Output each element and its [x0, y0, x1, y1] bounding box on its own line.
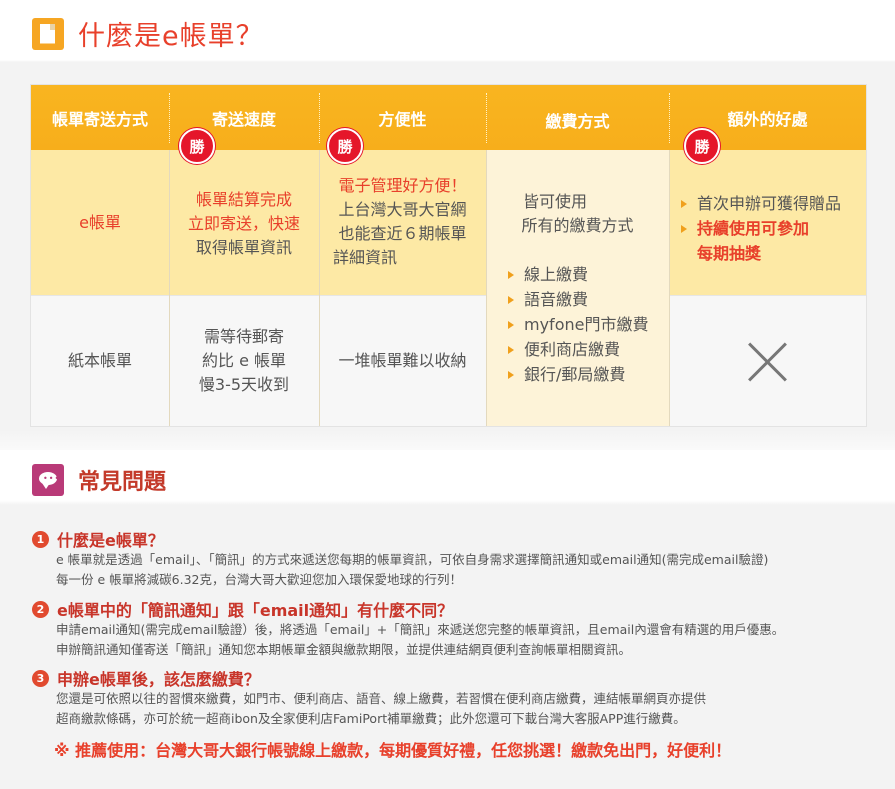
- faq-answer-line: 申請email通知(需完成email驗證）後，將透過「email」+「簡訊」來遞…: [56, 622, 785, 637]
- ebill-speed-line: 取得帳單資訊: [195, 238, 292, 257]
- faq-question-text: 申辦e帳單後，該怎麼繳費？: [57, 670, 260, 689]
- extras-item-label: 持續使用可參加: [697, 219, 810, 238]
- bullet-arrow-icon: [681, 200, 687, 208]
- page-title: 什麼是e帳單？: [78, 21, 264, 52]
- payment-methods-list: 線上繳費 語音繳費 myfone門市繳費 便利商店繳費 銀行/郵局繳費: [508, 262, 648, 387]
- bullet-arrow-icon: [681, 225, 687, 233]
- faq-item: 3 申辦e帳單後，該怎麼繳費？ 您還是可依照以往的習慣來繳費，如門市、便利商店、語…: [32, 667, 892, 761]
- win-badge-convenience: 勝: [327, 128, 363, 164]
- extras-item-label: 每期抽獎: [697, 244, 762, 263]
- faq-answer-line: 每一份 e 帳單將減碳6.32克，台灣大哥大歡迎您加入環保愛地球的行列！: [56, 572, 462, 587]
- close-x-icon: [746, 340, 790, 384]
- ebill-speed-line: 立即寄送，快速: [187, 214, 300, 233]
- faq-answer-line: 超商繳款條碼，亦可於統一超商ibon及全家便利店FamiPort補單繳費；此外您…: [56, 711, 686, 726]
- faq-question: 2 e帳單中的「簡訊通知」跟「email通知」有什麼不同？: [32, 598, 892, 620]
- payment-method-label: 便利商店繳費: [524, 340, 621, 359]
- paper-speed-line: 慢3-5天收到: [198, 375, 290, 394]
- faq-answer-line: 申辦簡訊通知僅寄送「簡訊」通知您本期帳單金額與繳款期限，並提供連結網頁便利查詢帳…: [56, 642, 632, 657]
- payment-method-label: 語音繳費: [524, 290, 589, 309]
- list-item: 便利商店繳費: [508, 337, 648, 362]
- number-badge: 3: [32, 669, 49, 687]
- paper-bill-label: 紙本帳單: [67, 350, 132, 370]
- list-item: 首次申辦可獲得贈品: [681, 191, 841, 216]
- faq-question: 1 什麼是e帳單？: [32, 528, 892, 550]
- ebill-extras-list: 首次申辦可獲得贈品 持續使用可參加 每期抽獎: [681, 191, 841, 266]
- faq-item: 2 e帳單中的「簡訊通知」跟「email通知」有什麼不同？ 申請email通知(需…: [32, 598, 892, 660]
- faq-question-text: 什麼是e帳單？: [57, 531, 164, 550]
- payment-method-label: 銀行/郵局繳費: [524, 365, 626, 384]
- header-delivery-method: 帳單寄送方式: [51, 109, 148, 129]
- faq-item: 1 什麼是e帳單？ e 帳單就是透過「email」、「簡訊」的方式來遞送您每期的帳…: [32, 528, 892, 590]
- comparison-table: 帳單寄送方式 寄送速度 方便性 繳費方式 額外的好處 勝 勝 勝 e帳單 帳單結…: [30, 84, 867, 427]
- list-item: 銀行/郵局繳費: [508, 362, 648, 387]
- ebill-convenience: 電子管理好方便！ 上台灣大哥大官網 也能查近６期帳單 詳細資訊: [319, 171, 486, 273]
- paper-speed-line: 約比 e 帳單: [201, 351, 287, 370]
- document-icon: [32, 17, 64, 50]
- ebill-convenience-line: 詳細資訊: [333, 248, 398, 267]
- ebill-convenience-line: 也能查近６期帳單: [338, 224, 467, 243]
- faq-question: 3 申辦e帳單後，該怎麼繳費？: [32, 667, 892, 689]
- faq-title: 常見問題: [78, 470, 167, 495]
- ebill-convenience-highlight: 電子管理好方便！: [338, 176, 467, 195]
- bullet-arrow-icon: [508, 346, 514, 354]
- win-badge-extras: 勝: [684, 128, 720, 164]
- bullet-arrow-icon: [508, 321, 514, 329]
- list-item: 線上繳費: [508, 262, 648, 287]
- payment-method-label: 線上繳費: [524, 265, 589, 284]
- header-payment: 繳費方式: [545, 111, 610, 131]
- table-header: 帳單寄送方式 寄送速度 方便性 繳費方式 額外的好處: [31, 85, 866, 150]
- bullet-arrow-icon: [508, 271, 514, 279]
- paper-speed: 需等待郵寄 約比 e 帳單 慢3-5天收到: [169, 311, 319, 411]
- win-badge-speed: 勝: [179, 128, 215, 164]
- extras-item-label: 首次申辦可獲得贈品: [697, 194, 842, 213]
- paper-speed-line: 需等待郵寄: [203, 327, 284, 346]
- number-badge: 1: [32, 530, 49, 548]
- list-item-continuation: 每期抽獎: [681, 241, 841, 266]
- ebill-speed-line: 帳單結算完成: [195, 190, 292, 209]
- payment-intro: 皆可使用 所有的繳費方式: [486, 188, 669, 240]
- chat-icon: •••: [32, 464, 64, 496]
- list-item: myfone門市繳費: [508, 312, 648, 337]
- payment-method-label: myfone門市繳費: [524, 315, 649, 334]
- paper-convenience: 一堆帳單難以收納: [338, 350, 467, 370]
- list-item: 語音繳費: [508, 287, 648, 312]
- recommendation-text: ※ 推薦使用：台灣大哥大銀行帳號線上繳款，每期優質好禮，任您挑選！繳款免出門，好…: [54, 741, 732, 760]
- list-item: 持續使用可參加: [681, 216, 841, 241]
- number-badge: 2: [32, 600, 49, 618]
- bullet-arrow-icon: [508, 296, 514, 304]
- ebill-label: e帳單: [79, 212, 121, 232]
- ebill-speed: 帳單結算完成 立即寄送，快速 取得帳單資訊: [169, 173, 319, 275]
- faq-answer-line: e 帳單就是透過「email」、「簡訊」的方式來遞送您每期的帳單資訊，可依自身需…: [56, 552, 769, 567]
- faq-question-text: e帳單中的「簡訊通知」跟「email通知」有什麼不同？: [57, 601, 454, 620]
- section-header-faq: ••• 常見問題: [32, 464, 166, 496]
- bullet-arrow-icon: [508, 371, 514, 379]
- payment-intro-line: 所有的繳費方式: [521, 216, 634, 235]
- section-header-ebill: 什麼是e帳單？: [32, 14, 264, 53]
- payment-intro-line: 皆可使用: [523, 192, 588, 211]
- ebill-convenience-line: 上台灣大哥大官網: [338, 200, 467, 219]
- faq-answer-line: 您還是可依照以往的習慣來繳費，如門市、便利商店、語音、線上繳費，若習慣在便利商店…: [56, 691, 707, 706]
